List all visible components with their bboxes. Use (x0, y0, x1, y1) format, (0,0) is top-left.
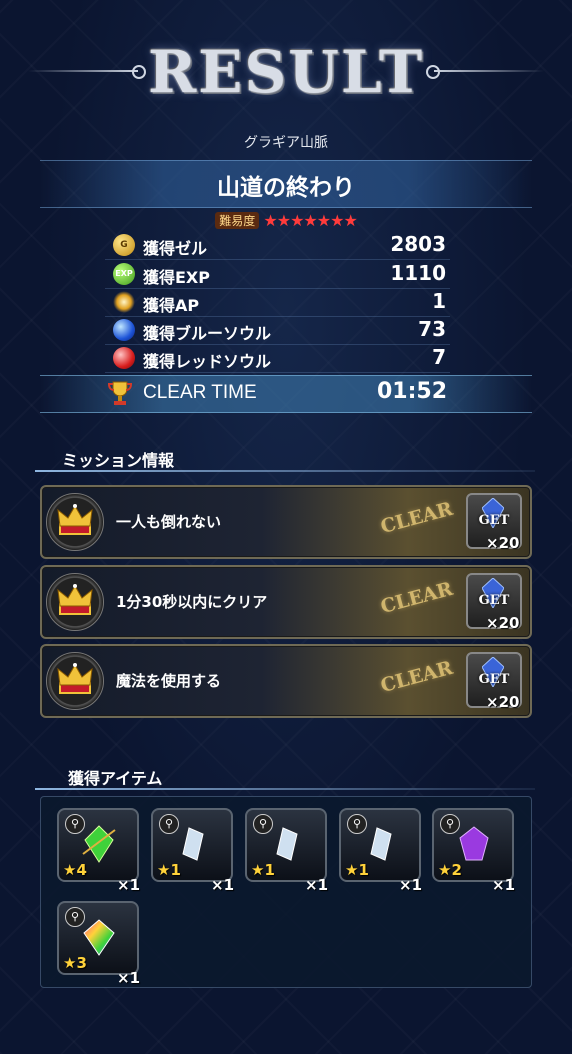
mission-reward-label: GET (478, 513, 510, 528)
item-qty: ×1 (117, 876, 141, 894)
exp-icon: EXP (113, 263, 135, 285)
region-name: グラギア山脈 (244, 135, 328, 151)
reward-label: 獲得レッドソウル (143, 352, 272, 371)
reward-label: 獲得EXP (143, 268, 210, 287)
items-section-title: 獲得アイテム (68, 769, 163, 788)
reward-value: 73 (418, 317, 446, 341)
reward-label: 獲得AP (143, 296, 200, 315)
reward-label: 獲得ブルーソウル (143, 324, 272, 343)
difficulty-label: 難易度 (215, 212, 260, 229)
item-slot[interactable]: ⚲ ★1 (339, 808, 421, 882)
difficulty-stars: ★★★★★★★ (263, 211, 357, 230)
items-section-divider (35, 788, 535, 790)
reward-value: 1 (432, 289, 446, 313)
purple-crystal-icon (459, 826, 489, 861)
mission-reward-qty: ×20 (486, 534, 520, 552)
blue-soul-icon (113, 319, 135, 341)
item-slot[interactable]: ⚲ ★1 (245, 808, 327, 882)
reward-value: 2803 (390, 232, 446, 256)
reward-row-ap: 獲得AP 1 (105, 289, 450, 317)
mission-reward-qty: ×20 (486, 693, 520, 711)
item-slot[interactable]: ⚲ ★2 (432, 808, 514, 882)
reward-label: 獲得ゼル (143, 239, 208, 258)
crown-icon (46, 493, 104, 551)
mission-reward-label: GET (478, 593, 510, 608)
item-rarity: ★1 (157, 861, 181, 879)
item-slot[interactable]: ⚲ ★1 (151, 808, 233, 882)
green-crystal-icon (82, 825, 116, 863)
silver-crystal-icon (370, 827, 392, 861)
mission-card: 1分30秒以内にクリア CLEAR GET ×20 (40, 565, 532, 639)
result-title-container: RESULT (0, 38, 572, 108)
mission-section-title: ミッション情報 (62, 451, 175, 470)
reward-value: 1110 (390, 261, 446, 285)
ap-sparkle-icon (113, 291, 135, 313)
red-soul-icon (113, 347, 135, 369)
item-rarity: ★1 (251, 861, 275, 879)
mission-text: 1分30秒以内にクリア (116, 593, 268, 611)
difficulty: 難易度 ★★★★★★★ (0, 211, 572, 230)
reward-row-gil: G 獲得ゼル 2803 (105, 232, 450, 260)
reward-row-exp: EXP 獲得EXP 1110 (105, 261, 450, 289)
silver-crystal-icon (276, 827, 298, 861)
mission-text: 一人も倒れない (116, 513, 222, 531)
mission-card: 一人も倒れない CLEAR GET ×20 (40, 485, 532, 559)
mission-reward-qty: ×20 (486, 614, 520, 632)
item-qty: ×1 (117, 969, 141, 987)
rainbow-crystal-icon (83, 919, 115, 956)
item-qty: ×1 (492, 876, 516, 894)
mission-reward-label: GET (478, 672, 510, 687)
mission-card: 魔法を使用する CLEAR GET ×20 (40, 644, 532, 718)
item-qty: ×1 (399, 876, 423, 894)
mission-clear-stamp: CLEAR (378, 577, 456, 619)
item-rarity: ★4 (63, 861, 87, 879)
result-title: RESULT (147, 38, 425, 106)
crown-icon (46, 652, 104, 710)
reward-row-red-soul: 獲得レッドソウル 7 (105, 345, 450, 373)
crown-icon (46, 573, 104, 631)
silver-crystal-icon (182, 827, 204, 861)
trophy-icon (108, 381, 132, 405)
item-qty: ×1 (305, 876, 329, 894)
item-rarity: ★3 (63, 954, 87, 972)
gil-coin-icon: G (113, 234, 135, 256)
clear-time-label: CLEAR TIME (143, 382, 257, 403)
item-rarity: ★2 (438, 861, 462, 879)
clear-time-value: 01:52 (376, 379, 447, 404)
item-slot[interactable]: ⚲ ★4 (57, 808, 139, 882)
item-slot[interactable]: ⚲ ★3 (57, 901, 139, 975)
reward-value: 7 (432, 345, 446, 369)
mission-section-divider (35, 470, 535, 472)
stage-name: 山道の終わり (217, 175, 355, 201)
mission-text: 魔法を使用する (116, 672, 222, 690)
item-qty: ×1 (211, 876, 235, 894)
reward-row-blue-soul: 獲得ブルーソウル 73 (105, 317, 450, 345)
mission-clear-stamp: CLEAR (378, 497, 456, 539)
mission-clear-stamp: CLEAR (378, 656, 456, 698)
item-rarity: ★1 (345, 861, 369, 879)
